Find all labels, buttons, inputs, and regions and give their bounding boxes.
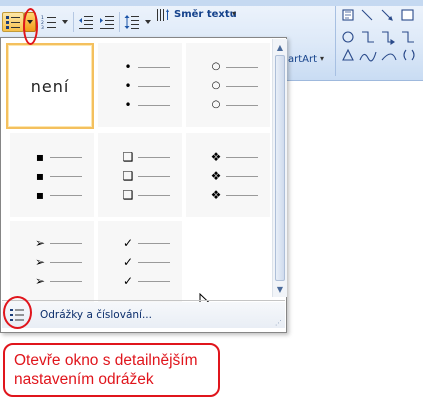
text-direction-label[interactable]: Směr textu [174, 9, 237, 20]
toolbar-separator [73, 12, 74, 32]
callout-line-2: nastavením odrážek [14, 371, 154, 388]
text-line [50, 157, 82, 158]
text-line [226, 105, 258, 106]
annotation-callout: Otevře okno s detailnějším nastavením od… [3, 343, 220, 397]
text-line [138, 86, 170, 87]
scroll-thumb[interactable] [275, 55, 285, 281]
bullet-option-filled-square[interactable]: ▪ ▪ ▪ [10, 133, 94, 217]
footer-divider [2, 300, 285, 301]
bullet-option-checkmark[interactable]: ✓ ✓ ✓ [98, 221, 182, 305]
numbering-dropdown-arrow[interactable] [59, 12, 71, 32]
small-dot-icon: • [124, 79, 132, 93]
bullet-option-diamond-cluster[interactable]: ❖ ❖ ❖ [186, 133, 270, 217]
text-line [226, 195, 258, 196]
filled-square-icon: ▪ [35, 188, 45, 202]
bullet-option-hollow-circle[interactable]: ○ ○ ○ [186, 43, 270, 127]
text-line [138, 243, 170, 244]
hollow-square-icon: ❑ [122, 188, 134, 202]
ribbon-group-separator [335, 6, 336, 76]
callout-line-1: Otevře okno s detailnějším [14, 352, 198, 369]
svg-text:3: 3 [41, 25, 44, 29]
small-dot-icon: • [124, 60, 132, 74]
decrease-indent-button[interactable] [76, 12, 96, 32]
checkmark-icon: ✓ [122, 255, 134, 269]
diamond-cluster-icon: ❖ [210, 150, 222, 164]
text-line [50, 243, 82, 244]
bullets-icon [6, 16, 20, 29]
diamond-cluster-icon: ❖ [210, 188, 222, 202]
highlight-dropdown-arrow [23, 8, 38, 45]
arrowhead-icon: ➢ [34, 274, 46, 288]
text-line [138, 281, 170, 282]
hollow-circle-icon: ○ [211, 99, 221, 110]
line-spacing-dropdown-arrow[interactable] [142, 12, 154, 32]
text-line [138, 262, 170, 263]
bullets-button[interactable] [2, 12, 24, 32]
text-line [50, 195, 82, 196]
numbering-icon: 1 2 3 [41, 15, 56, 29]
smartart-label[interactable]: artArt [288, 54, 317, 65]
text-line [226, 86, 258, 87]
bullet-option-none[interactable]: není [6, 43, 94, 129]
arrowhead-icon: ➢ [34, 255, 46, 269]
bullet-option-small-dot[interactable]: • • • [98, 43, 182, 127]
decrease-indent-icon [79, 16, 93, 29]
increase-indent-icon [100, 16, 114, 29]
text-direction-button[interactable] [155, 6, 171, 24]
text-direction-chevron[interactable]: ▾ [232, 9, 236, 18]
gallery-scrollbar[interactable]: ▲ ▼ [272, 39, 287, 297]
diamond-cluster-icon: ❖ [210, 169, 222, 183]
bullet-option-hollow-square[interactable]: ❑ ❑ ❑ [98, 133, 182, 217]
shapes-gallery[interactable] [340, 6, 423, 72]
text-line [138, 176, 170, 177]
arrowhead-icon: ➢ [34, 236, 46, 250]
small-dot-icon: • [124, 98, 132, 112]
hollow-square-icon: ❑ [122, 150, 134, 164]
scroll-up-button[interactable]: ▲ [273, 40, 287, 54]
filled-square-icon: ▪ [35, 150, 45, 164]
shapes-gallery-icons [342, 9, 415, 62]
text-line [50, 262, 82, 263]
checkmark-icon: ✓ [122, 274, 134, 288]
bullet-library-dropdown: není • • • ○ ○ ○ ▪ ▪ ▪ ❑ ❑ ❑ ❖ ❖ ❖ ➢ ➢ ➢… [0, 37, 287, 333]
define-bullets-label[interactable]: Odrážky a číslování... [40, 309, 152, 321]
text-line [226, 67, 258, 68]
numbering-button[interactable]: 1 2 3 [39, 12, 59, 32]
scroll-down-button[interactable]: ▼ [273, 282, 287, 296]
text-direction-icon [157, 9, 169, 21]
filled-square-icon: ▪ [35, 169, 45, 183]
hollow-circle-icon: ○ [211, 61, 221, 72]
text-line [50, 176, 82, 177]
highlight-footer-icon [3, 296, 32, 329]
checkmark-icon: ✓ [122, 236, 134, 250]
text-line [50, 281, 82, 282]
text-line [138, 157, 170, 158]
text-line [138, 195, 170, 196]
bullet-option-arrowhead[interactable]: ➢ ➢ ➢ [10, 221, 94, 305]
smartart-chevron[interactable]: ▾ [320, 54, 324, 63]
chevron-down-icon [145, 20, 151, 24]
chevron-down-icon [62, 20, 68, 24]
text-line [226, 157, 258, 158]
hollow-square-icon: ❑ [122, 169, 134, 183]
text-line [138, 67, 170, 68]
toolbar-separator [119, 12, 120, 32]
text-line [138, 105, 170, 106]
increase-indent-button[interactable] [97, 12, 117, 32]
hollow-circle-icon: ○ [211, 80, 221, 91]
line-spacing-button[interactable] [122, 12, 142, 32]
text-line [226, 176, 258, 177]
line-spacing-icon [124, 15, 139, 29]
define-bullets-menu-item[interactable]: Odrážky a číslování... ⋰ [2, 302, 285, 328]
resize-grip[interactable]: ⋰ [275, 319, 283, 327]
bullet-gallery: není • • • ○ ○ ○ ▪ ▪ ▪ ❑ ❑ ❑ ❖ ❖ ❖ ➢ ➢ ➢… [2, 39, 272, 312]
none-label: není [30, 76, 70, 96]
